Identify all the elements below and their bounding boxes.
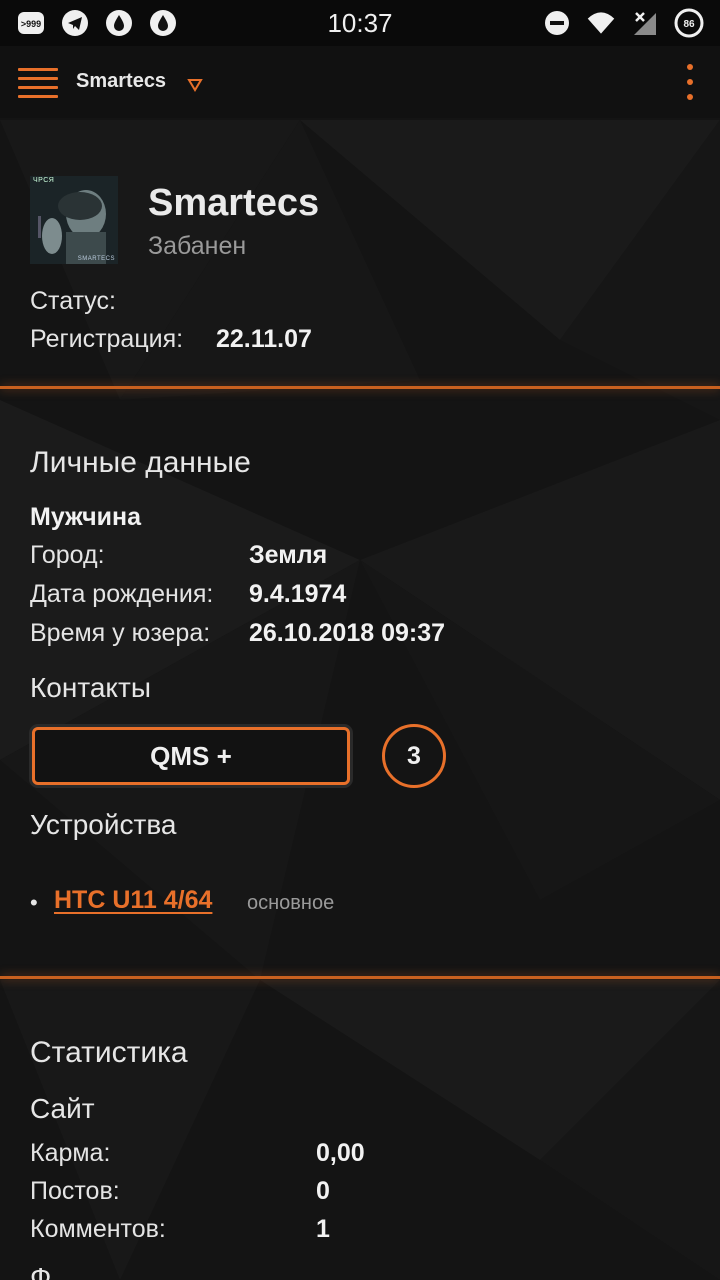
device-tag: основное [247, 892, 335, 914]
karma-label: Карма: [30, 1139, 111, 1167]
birthdate-value: 9.4.1974 [249, 580, 347, 608]
bullet-icon: • [30, 890, 38, 915]
device-link[interactable]: HTC U11 4/64 [54, 886, 212, 915]
posts-row: Постов: 0 [30, 1177, 530, 1206]
usertime-row: Время у юзера: 26.10.2018 09:37 [30, 619, 530, 648]
signal-icon [630, 8, 660, 38]
gender-row: Мужчина [30, 503, 141, 532]
personal-section-title: Личные данные [30, 446, 251, 479]
city-row: Город: Земля [30, 541, 530, 570]
karma-value: 0,00 [316, 1139, 365, 1167]
next-section-title: Ф [30, 1262, 52, 1280]
battery-level-text: 86 [683, 19, 695, 30]
comments-value: 1 [316, 1215, 330, 1243]
avatar-brand: SMARTECS [77, 256, 115, 262]
profile-status: Забанен [148, 232, 247, 260]
avatar: ЧРСЯ SMARTECS [30, 176, 118, 264]
city-value: Земля [249, 541, 328, 569]
registration-label: Регистрация: [30, 325, 184, 353]
battery-icon: 86 [674, 8, 704, 38]
dropdown-caret-icon[interactable] [186, 76, 204, 94]
status-label: Статус: [30, 287, 116, 315]
section-divider [0, 976, 720, 979]
posts-value: 0 [316, 1177, 330, 1205]
hamburger-menu-icon[interactable] [18, 62, 58, 102]
registration-value: 22.11.07 [216, 325, 312, 353]
contacts-title: Контакты [30, 672, 151, 703]
avatar-tag: ЧРСЯ [33, 177, 55, 184]
overflow-menu-icon[interactable] [680, 60, 700, 104]
section-divider [0, 386, 720, 389]
profile-name: Smartecs [148, 182, 320, 224]
gender-value: Мужчина [30, 503, 142, 531]
app-title[interactable]: Smartecs [76, 70, 166, 93]
devices-title: Устройства [30, 809, 177, 840]
city-label: Город: [30, 541, 105, 569]
usertime-label: Время у юзера: [30, 619, 211, 647]
status-row: Статус: [30, 287, 116, 316]
qms-button[interactable]: QMS + [32, 727, 350, 785]
site-title: Сайт [30, 1093, 95, 1124]
status-bar: >999 10:37 86 [0, 0, 720, 46]
karma-row: Карма: 0,00 [30, 1139, 530, 1168]
comments-row: Комментов: 1 [30, 1215, 530, 1244]
birthdate-label: Дата рождения: [30, 580, 214, 608]
qms-count-badge[interactable]: 3 [382, 724, 446, 788]
wifi-icon [586, 8, 616, 38]
statistics-title: Статистика [30, 1036, 188, 1069]
usertime-value: 26.10.2018 09:37 [249, 619, 446, 647]
registration-row: Регистрация: 22.11.07 [30, 325, 430, 354]
posts-label: Постов: [30, 1177, 120, 1205]
do-not-disturb-icon [542, 8, 572, 38]
comments-label: Комментов: [30, 1215, 166, 1243]
birthdate-row: Дата рождения: 9.4.1974 [30, 580, 530, 609]
app-bar: Smartecs [0, 46, 720, 118]
